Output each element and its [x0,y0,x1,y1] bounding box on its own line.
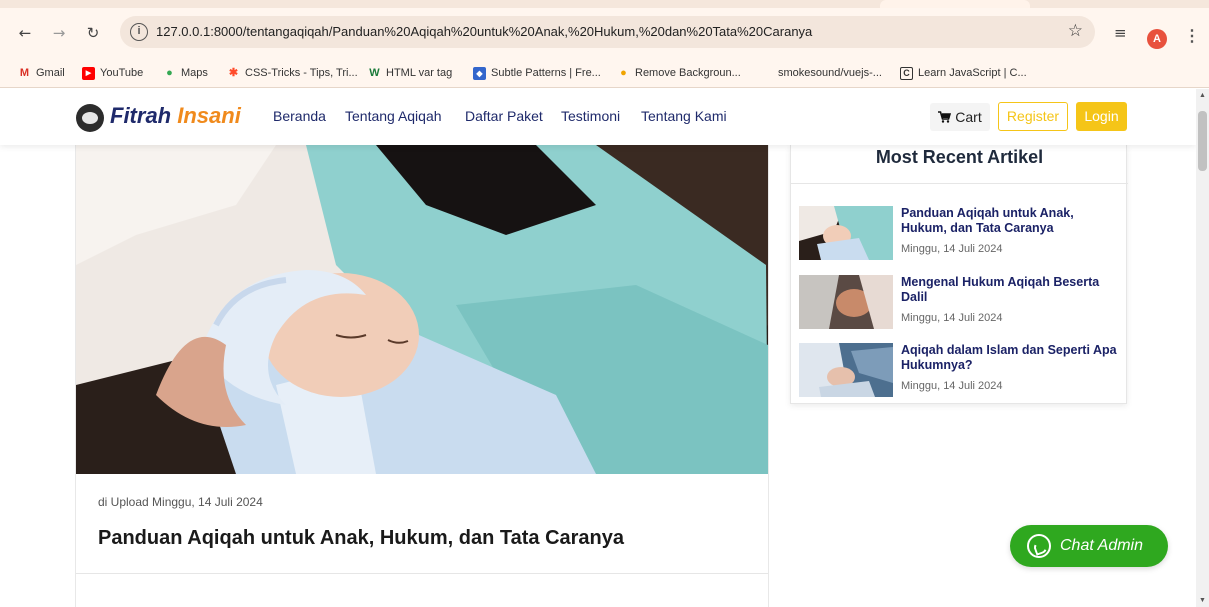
nav-beranda[interactable]: Beranda [273,108,326,124]
bookmark-html-var-tag[interactable]: W HTML var tag [368,65,452,81]
recent-article-item[interactable]: Mengenal Hukum Aqiqah Beserta Dalil Ming… [799,275,1119,331]
scroll-down-arrow-icon[interactable]: ▼ [1199,597,1206,604]
recent-article-title[interactable]: Mengenal Hukum Aqiqah Beserta Dalil [901,275,1119,305]
nav-tentang-aqiqah[interactable]: Tentang Aqiqah [345,108,442,124]
scroll-up-arrow-icon[interactable]: ▲ [1199,92,1206,99]
bookmark-learn-javascript[interactable]: C Learn JavaScript | C... [900,65,1027,81]
recent-article-date: Minggu, 14 Juli 2024 [901,312,1003,324]
back-icon[interactable]: ← [14,22,36,44]
nav-daftar-paket[interactable]: Daftar Paket [465,108,543,124]
github-icon [760,67,773,80]
recent-article-date: Minggu, 14 Juli 2024 [901,243,1003,255]
gmail-icon: M [19,66,30,79]
register-button[interactable]: Register [998,102,1068,131]
reading-list-icon[interactable]: ≡ [1114,24,1127,42]
nav-testimoni[interactable]: Testimoni [561,108,620,124]
site-info-icon[interactable]: i [130,23,148,41]
site-header: Fitrah Insani Beranda Tentang Aqiqah Daf… [0,89,1196,145]
recent-article-title[interactable]: Aqiqah dalam Islam dan Seperti Apa Hukum… [901,343,1119,373]
scrollbar-thumb[interactable] [1198,111,1207,171]
recent-article-title[interactable]: Panduan Aqiqah untuk Anak, Hukum, dan Ta… [901,206,1119,236]
nav-tentang-kami[interactable]: Tentang Kami [641,108,727,124]
logo-icon[interactable] [76,104,104,132]
article-hero-image [76,145,768,474]
bookmark-maps[interactable]: ● Maps [163,65,208,81]
profile-avatar[interactable]: A [1147,29,1167,49]
youtube-icon: ▶ [82,66,95,80]
tab-strip [0,0,1209,8]
codecademy-icon: C [900,66,913,80]
sidebar-divider [791,183,1128,184]
article-title: Panduan Aqiqah untuk Anak, Hukum, dan Ta… [98,527,625,549]
recent-article-item[interactable]: Aqiqah dalam Islam dan Seperti Apa Hukum… [799,343,1119,399]
article-upload-date: di Upload Minggu, 14 Juli 2024 [98,495,263,509]
bookmarks-bar: M Gmail ▶ YouTube ● Maps ✱ CSS-Tricks - Tips… [0,56,1209,88]
recent-articles-panel: Most Recent Artikel Panduan Aqiqah untuk… [790,145,1128,404]
baby-photo [76,145,768,474]
css-tricks-icon: ✱ [228,66,239,79]
page-viewport: Fitrah Insani Beranda Tentang Aqiqah Daf… [0,89,1196,607]
whatsapp-icon [1027,534,1051,558]
address-bar[interactable]: i 127.0.0.1:8000/tentangaqiqah/Panduan%2… [120,16,1095,48]
address-url[interactable]: 127.0.0.1:8000/tentangaqiqah/Panduan%20A… [156,24,812,39]
bookmark-youtube[interactable]: ▶ YouTube [82,65,143,81]
reload-icon[interactable]: ↻ [82,22,104,44]
recent-article-item[interactable]: Panduan Aqiqah untuk Anak, Hukum, dan Ta… [799,206,1119,262]
maps-icon: ● [166,66,173,79]
active-tab[interactable] [880,0,1030,8]
bookmark-gmail[interactable]: M Gmail [18,65,65,81]
bookmark-css-tricks[interactable]: ✱ CSS-Tricks - Tips, Tri... [227,65,358,81]
page-scrollbar[interactable]: ▲ ▼ [1196,89,1209,607]
cart-icon [938,111,952,123]
browser-menu-icon[interactable]: ⋮ [1184,26,1200,46]
site-logo[interactable]: Fitrah Insani [110,103,241,129]
recent-articles-heading: Most Recent Artikel [875,147,1044,167]
article-divider [76,573,768,574]
recent-article-thumbnail [799,343,893,397]
recent-article-thumbnail [799,275,893,329]
bookmark-remove-bg[interactable]: ● Remove Backgroun... [617,65,741,81]
remove-bg-icon: ● [620,66,627,79]
bookmark-vuejs[interactable]: smokesound/vuejs-... [760,65,882,81]
browser-toolbar: ← → ↻ i 127.0.0.1:8000/tentangaqiqah/Pan… [0,8,1209,56]
recent-article-thumbnail [799,206,893,260]
article-card: di Upload Minggu, 14 Juli 2024 Panduan A… [75,145,769,607]
w3schools-icon: W [369,66,380,79]
login-button[interactable]: Login [1076,102,1127,131]
chat-admin-button[interactable]: Chat Admin [1010,525,1168,567]
bookmark-subtle-patterns[interactable]: ◆ Subtle Patterns | Fre... [473,65,601,81]
cart-button[interactable]: Cart [930,103,990,131]
recent-article-date: Minggu, 14 Juli 2024 [901,380,1003,392]
subtle-patterns-icon: ◆ [473,66,486,80]
bookmark-star-icon[interactable]: ☆ [1068,21,1083,41]
forward-icon[interactable]: → [48,22,70,44]
